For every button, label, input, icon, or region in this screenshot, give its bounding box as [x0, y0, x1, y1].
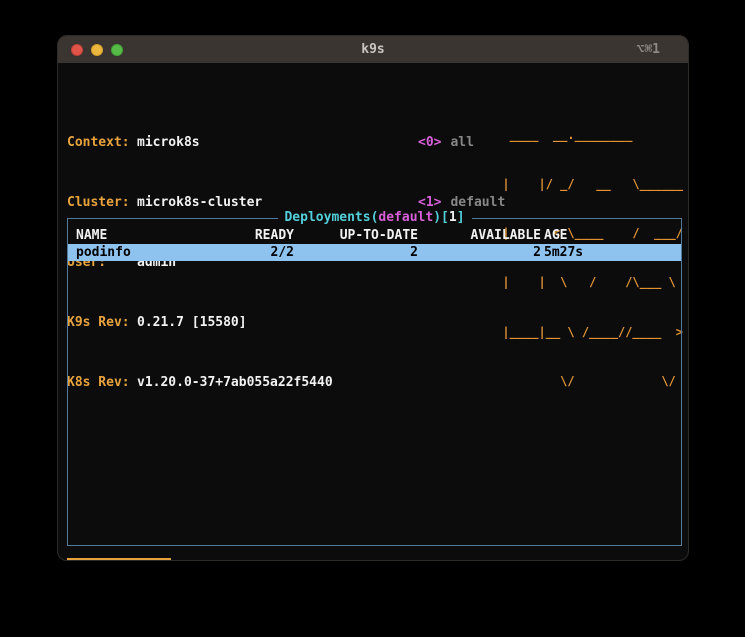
- table-row[interactable]: podinfo 2/2 2 2 5m27s: [68, 244, 681, 261]
- column-header-age: AGE: [541, 227, 681, 244]
- panel-title-bracket: ]: [457, 210, 465, 225]
- cell-ready: 2/2: [198, 244, 294, 261]
- namespace-name-default: default: [441, 195, 505, 210]
- logo-line: ____ __.________: [502, 127, 683, 143]
- terminal-content: Context:microk8s Cluster:microk8s-cluste…: [58, 63, 688, 561]
- breadcrumb-deployment: <deployment>: [67, 558, 171, 561]
- panel-title-paren: (: [371, 210, 379, 225]
- window-title: k9s: [58, 42, 688, 57]
- breadcrumb: <deployment>: [67, 555, 171, 561]
- panel-title-resource: Deployments: [284, 210, 370, 225]
- column-header-available: AVAILABLE: [418, 227, 541, 244]
- context-value: microk8s: [137, 135, 200, 150]
- deployments-table: NAME READY UP-TO-DATE AVAILABLE AGE podi…: [68, 227, 681, 261]
- cell-age: 5m27s: [541, 244, 681, 261]
- context-label: Context:: [67, 133, 137, 153]
- namespace-shortcut-all: <0>all: [418, 133, 505, 153]
- panel-title: Deployments(default)[1]: [277, 210, 471, 225]
- cluster-label: Cluster:: [67, 193, 137, 213]
- cell-name: podinfo: [68, 244, 198, 261]
- terminal-window: k9s ⌥⌘1 Context:microk8s Cluster:microk8…: [57, 35, 689, 561]
- namespace-name-all: all: [441, 135, 473, 150]
- logo-line: | |/ _/ __ \______: [502, 176, 683, 192]
- table-header-row: NAME READY UP-TO-DATE AVAILABLE AGE: [68, 227, 681, 244]
- cell-available: 2: [418, 244, 541, 261]
- column-header-up-to-date: UP-TO-DATE: [294, 227, 418, 244]
- column-header-ready: READY: [198, 227, 294, 244]
- window-tab-shortcut: ⌥⌘1: [637, 42, 660, 57]
- column-header-name: NAME: [68, 227, 198, 244]
- namespace-key-0: <0>: [418, 135, 441, 150]
- panel-title-paren: ): [433, 210, 441, 225]
- namespace-key-1: <1>: [418, 195, 441, 210]
- deployments-panel: Deployments(default)[1] NAME READY UP-TO…: [67, 218, 682, 546]
- window-titlebar[interactable]: k9s ⌥⌘1: [58, 36, 688, 63]
- cluster-value: microk8s-cluster: [137, 195, 262, 210]
- context-info-line: Context:microk8s: [67, 133, 333, 153]
- panel-title-namespace: default: [378, 210, 433, 225]
- cell-up-to-date: 2: [294, 244, 418, 261]
